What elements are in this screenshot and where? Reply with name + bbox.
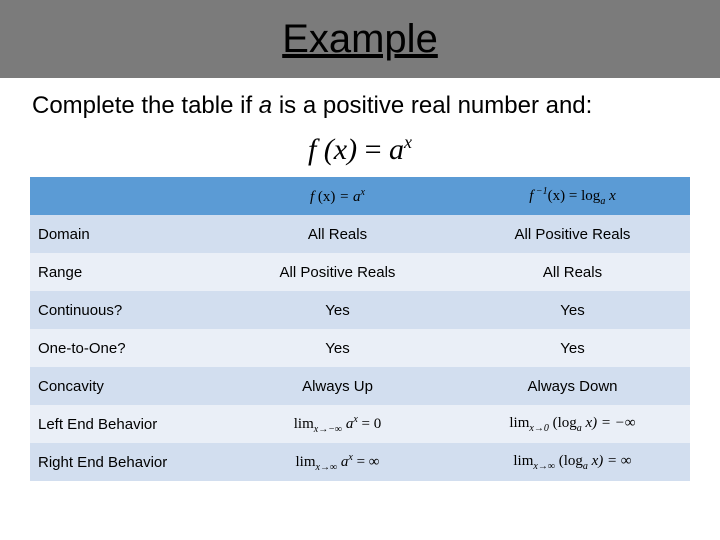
row-value: limx→−∞ ax = 0 bbox=[220, 405, 455, 443]
row-value: All Positive Reals bbox=[220, 253, 455, 291]
row-label: Concavity bbox=[30, 367, 220, 405]
title-bar: Example bbox=[0, 0, 720, 78]
prompt-post: is a positive real number and: bbox=[272, 92, 592, 119]
row-value: limx→0 (loga x) = −∞ bbox=[455, 405, 690, 443]
table-row: Concavity Always Up Always Down bbox=[30, 367, 690, 405]
formula-base: a bbox=[389, 133, 404, 166]
slide-title: Example bbox=[282, 17, 438, 62]
row-value: limx→∞ ax = ∞ bbox=[220, 443, 455, 481]
table-row: One-to-One? Yes Yes bbox=[30, 329, 690, 367]
properties-table: f (x) = ax f −1(x) = loga x Domain All R… bbox=[30, 177, 690, 481]
row-label: Range bbox=[30, 253, 220, 291]
row-value: All Reals bbox=[455, 253, 690, 291]
table-row-right-end: Right End Behavior limx→∞ ax = ∞ limx→∞ … bbox=[30, 443, 690, 481]
row-value: Yes bbox=[220, 291, 455, 329]
header-col-finv: f −1(x) = loga x bbox=[455, 177, 690, 215]
row-value: All Positive Reals bbox=[455, 215, 690, 253]
prompt-var: a bbox=[259, 92, 272, 119]
formula-eq: = bbox=[357, 133, 389, 166]
row-label: One-to-One? bbox=[30, 329, 220, 367]
row-label: Left End Behavior bbox=[30, 405, 220, 443]
prompt-text: Complete the table if a is a positive re… bbox=[0, 78, 720, 128]
row-label: Continuous? bbox=[30, 291, 220, 329]
row-label: Domain bbox=[30, 215, 220, 253]
row-value: Always Down bbox=[455, 367, 690, 405]
table-row: Continuous? Yes Yes bbox=[30, 291, 690, 329]
formula-exp: x bbox=[404, 132, 412, 152]
slide: Example Complete the table if a is a pos… bbox=[0, 0, 720, 540]
row-value: Yes bbox=[455, 291, 690, 329]
prompt-pre: Complete the table if bbox=[32, 92, 259, 119]
table-row-left-end: Left End Behavior limx→−∞ ax = 0 limx→0 … bbox=[30, 405, 690, 443]
row-label: Right End Behavior bbox=[30, 443, 220, 481]
header-empty bbox=[30, 177, 220, 215]
table-header-row: f (x) = ax f −1(x) = loga x bbox=[30, 177, 690, 215]
header-col-fx: f (x) = ax bbox=[220, 177, 455, 215]
table-row: Domain All Reals All Positive Reals bbox=[30, 215, 690, 253]
formula-lhs: f (x) bbox=[308, 133, 357, 166]
row-value: Yes bbox=[220, 329, 455, 367]
row-value: Yes bbox=[455, 329, 690, 367]
table-row: Range All Positive Reals All Reals bbox=[30, 253, 690, 291]
row-value: Always Up bbox=[220, 367, 455, 405]
row-value: All Reals bbox=[220, 215, 455, 253]
main-formula: f (x) = ax bbox=[0, 128, 720, 177]
row-value: limx→∞ (loga x) = ∞ bbox=[455, 443, 690, 481]
